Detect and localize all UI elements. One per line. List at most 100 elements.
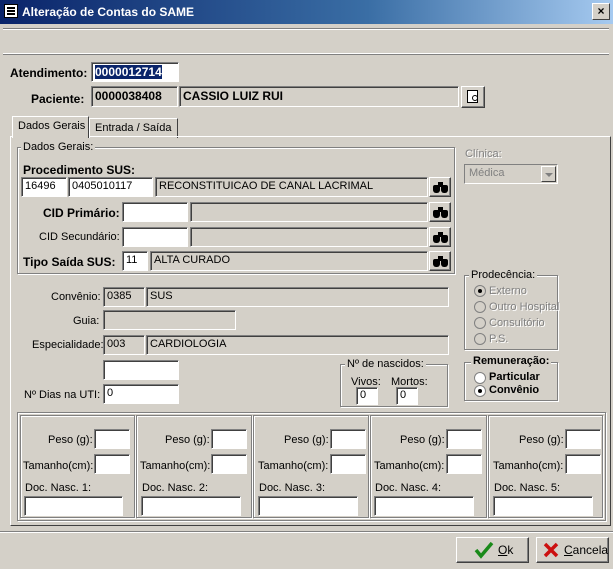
doc-nasc-label-2: Doc. Nasc. 2: <box>142 482 209 494</box>
peso-input-4[interactable] <box>446 429 482 449</box>
tamanho-input-1[interactable] <box>94 454 130 474</box>
mortos-input[interactable]: 0 <box>396 387 418 405</box>
close-button[interactable]: × <box>592 3 610 20</box>
procedimento-label: Procedimento SUS: <box>23 163 136 177</box>
procedencia-radio-outro-hospital[interactable] <box>474 301 486 313</box>
dados-gerais-group-label: Dados Gerais: <box>21 141 96 153</box>
doc-nasc-label-5: Doc. Nasc. 5: <box>494 482 561 494</box>
procedimento-code1-input[interactable]: 16496 <box>21 177 67 197</box>
extra-input[interactable] <box>103 360 179 380</box>
paciente-search-button[interactable] <box>461 86 485 108</box>
remuneracao-radio-convenio[interactable] <box>474 385 486 397</box>
procedimento-desc-field: RECONSTITUICAO DE CANAL LACRIMAL <box>155 177 428 197</box>
doc-nasc-input-3[interactable] <box>258 496 358 516</box>
guia-field <box>103 310 236 330</box>
procedencia-radio-externo[interactable] <box>474 285 486 297</box>
peso-input-3[interactable] <box>330 429 366 449</box>
doc-nasc-input-1[interactable] <box>24 496 123 516</box>
procedencia-group-label: Prodecência: <box>469 269 538 281</box>
tamanho-input-5[interactable] <box>565 454 601 474</box>
nascidos-group-label: Nº de nascidos: <box>345 358 426 370</box>
tipo-saida-input[interactable]: 11 <box>122 251 148 271</box>
peso-label-3: Peso (g): <box>284 434 329 446</box>
cid-primario-search-button[interactable] <box>429 202 451 222</box>
convenio-name-field: SUS <box>146 287 449 307</box>
atendimento-value: 0000012714 <box>95 65 162 79</box>
remuneracao-radio-particular[interactable] <box>474 372 486 384</box>
doc-nasc-input-4[interactable] <box>374 496 474 516</box>
cid-secundario-input[interactable] <box>122 227 188 247</box>
tamanho-label-1: Tamanho(cm): <box>23 460 94 472</box>
dias-uti-input[interactable]: 0 <box>103 384 179 404</box>
especialidade-name-field: CARDIOLOGIA <box>146 335 449 355</box>
doc-nasc-label-3: Doc. Nasc. 3: <box>259 482 326 494</box>
cid-primario-input[interactable] <box>122 202 188 222</box>
tamanho-input-4[interactable] <box>446 454 482 474</box>
binoculars-icon <box>438 182 443 187</box>
especialidade-code-field: 003 <box>103 335 145 355</box>
remuneracao-particular-label: Particular <box>489 371 540 383</box>
tamanho-input-3[interactable] <box>330 454 366 474</box>
procedencia-externo-label: Externo <box>489 285 527 297</box>
guia-label: Guia: <box>73 315 100 327</box>
procedimento-code2-input[interactable]: 0405010117 <box>68 177 153 197</box>
clinica-select[interactable]: Médica <box>464 164 558 184</box>
title-bar: Alteração de Contas do SAME × <box>0 0 613 24</box>
cid-secundario-label: CID Secundário: <box>39 231 120 243</box>
doc-nasc-input-5[interactable] <box>493 496 593 516</box>
paciente-code-field: 0000038408 <box>91 86 178 107</box>
x-cross-icon <box>543 542 559 558</box>
paciente-label: Paciente: <box>31 92 85 106</box>
cancel-accel: C <box>564 543 573 557</box>
vivos-input[interactable]: 0 <box>356 387 378 405</box>
clinica-label: Clínica: <box>465 148 502 160</box>
doc-nasc-input-2[interactable] <box>141 496 241 516</box>
peso-input-5[interactable] <box>565 429 601 449</box>
window-app-icon[interactable] <box>4 4 18 18</box>
tamanho-label-5: Tamanho(cm): <box>493 460 564 472</box>
tipo-saida-desc-field: ALTA CURADO <box>150 251 428 271</box>
tipo-saida-search-button[interactable] <box>429 251 451 271</box>
tamanho-label-3: Tamanho(cm): <box>258 460 329 472</box>
document-search-icon <box>467 90 478 103</box>
procedencia-consultorio-label: Consultório <box>489 317 545 329</box>
ok-accel: O <box>498 543 508 557</box>
tab-entrada-saida[interactable]: Entrada / Saída <box>89 118 178 138</box>
dias-uti-label: Nº Dias na UTI: <box>24 389 101 401</box>
footer-separator <box>0 531 613 533</box>
cancel-rest: ancela <box>572 543 609 557</box>
clinica-select-value: Médica <box>469 167 505 179</box>
atendimento-input[interactable]: 0000012714 <box>91 62 179 82</box>
peso-label-4: Peso (g): <box>400 434 445 446</box>
remuneracao-convenio-label: Convênio <box>489 384 540 396</box>
tamanho-label-2: Tamanho(cm): <box>140 460 211 472</box>
doc-nasc-label-4: Doc. Nasc. 4: <box>375 482 442 494</box>
procedencia-ps-label: P.S. <box>489 333 509 345</box>
tab-dados-gerais[interactable]: Dados Gerais <box>12 116 89 138</box>
cid-secundario-desc-field <box>190 227 428 247</box>
tab-entrada-saida-label: Entrada / Saída <box>95 122 172 134</box>
remuneracao-group-label: Remuneração: <box>471 355 552 367</box>
convenio-label: Convênio: <box>51 291 101 303</box>
cid-primario-label: CID Primário: <box>43 206 120 220</box>
binoculars-icon <box>438 207 443 212</box>
peso-label-1: Peso (g): <box>48 434 93 446</box>
doc-nasc-label-1: Doc. Nasc. 1: <box>25 482 92 494</box>
binoculars-icon <box>438 232 443 237</box>
peso-label-2: Peso (g): <box>165 434 210 446</box>
cid-primario-desc-field <box>190 202 428 222</box>
ok-rest: k <box>507 543 514 557</box>
cid-secundario-search-button[interactable] <box>429 227 451 247</box>
cancel-button[interactable]: Cancela <box>536 537 609 563</box>
procedimento-search-button[interactable] <box>429 177 451 197</box>
peso-input-1[interactable] <box>94 429 130 449</box>
procedencia-radio-ps[interactable] <box>474 333 486 345</box>
especialidade-label: Especialidade: <box>32 339 104 351</box>
procedencia-radio-consultorio[interactable] <box>474 317 486 329</box>
tamanho-input-2[interactable] <box>211 454 247 474</box>
peso-label-5: Peso (g): <box>519 434 564 446</box>
peso-input-2[interactable] <box>211 429 247 449</box>
ok-button[interactable]: Ok <box>456 537 529 563</box>
paciente-name-field: CASSIO LUIZ RUI <box>179 86 459 107</box>
convenio-code-field: 0385 <box>103 287 145 307</box>
